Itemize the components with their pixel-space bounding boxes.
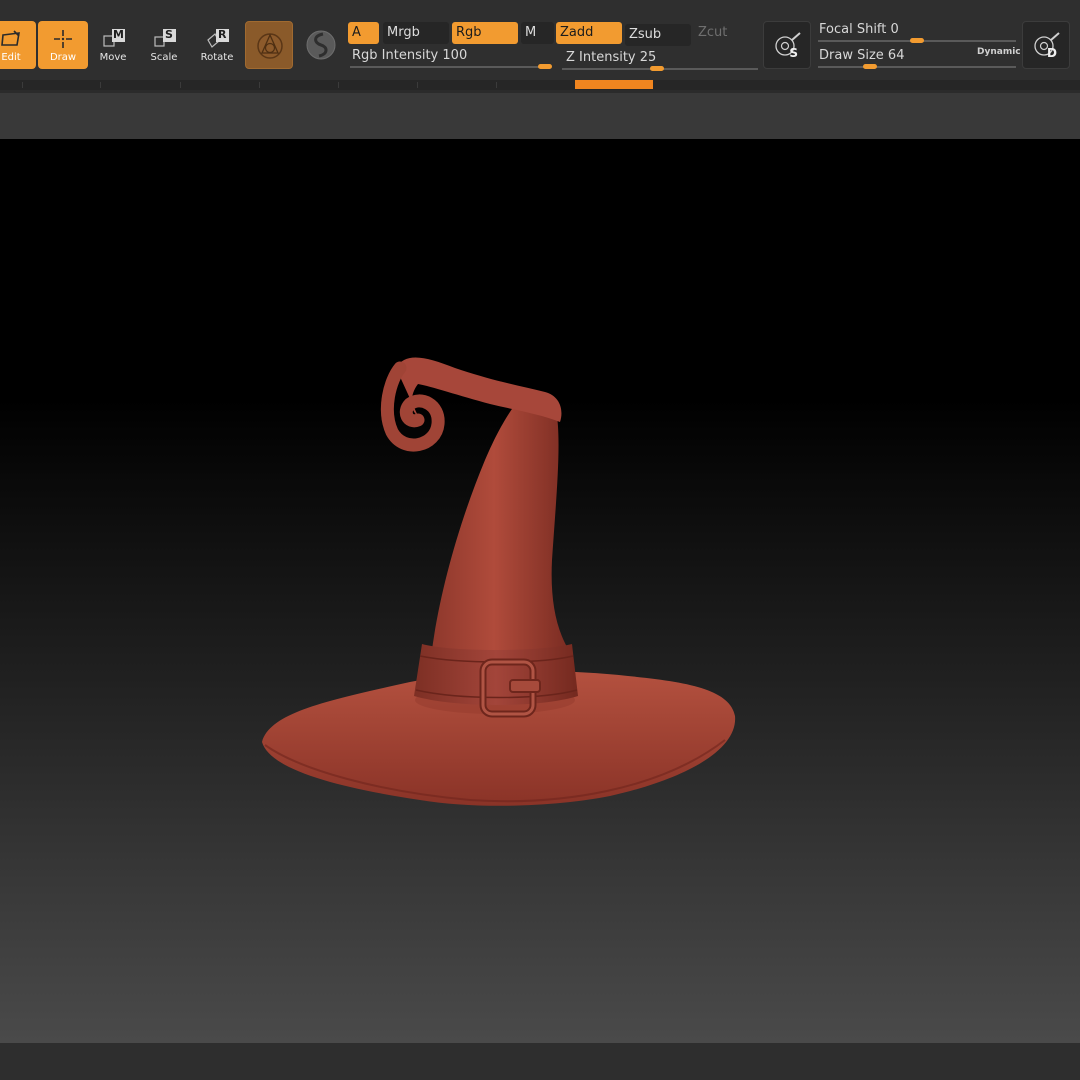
move-icon: M: [102, 28, 125, 50]
shelf-divider: [496, 82, 497, 88]
stroke-button[interactable]: [298, 21, 346, 69]
zbrush-window: Edit Draw M Move S Scale R Rotate A Mrgb…: [0, 0, 1080, 1080]
hat-band: [414, 644, 578, 705]
z-intensity-knob[interactable]: [650, 66, 664, 71]
dynamic-toggle[interactable]: Dynamic: [977, 47, 1021, 57]
scale-label: Scale: [150, 52, 178, 63]
draw-label: Draw: [49, 52, 77, 63]
move-button[interactable]: M Move: [88, 21, 138, 69]
rotate-icon: R: [206, 28, 229, 50]
zcut-toggle[interactable]: Zcut: [694, 22, 754, 44]
s-brush-letter: S: [789, 46, 798, 60]
shelf-divider: [338, 82, 339, 88]
shelf-under-bar: [0, 93, 1080, 139]
hat-tip: [396, 357, 562, 422]
draw-size-track[interactable]: [818, 66, 1016, 68]
rotate-button[interactable]: R Rotate: [192, 21, 242, 69]
bottom-tray: [0, 1043, 1080, 1080]
focal-shift-value: 0: [890, 22, 899, 37]
active-tab-indicator[interactable]: [575, 80, 653, 89]
shelf-divider: [22, 82, 23, 88]
draw-crosshair-icon: [52, 28, 74, 50]
d-brush-button[interactable]: D: [1022, 21, 1070, 69]
move-label: Move: [99, 52, 127, 63]
shelf-divider: [259, 82, 260, 88]
shelf-divider: [180, 82, 181, 88]
stroke-sphere-icon: [306, 30, 336, 60]
rgb-toggle[interactable]: Rgb: [452, 22, 518, 44]
focal-shift-knob[interactable]: [910, 38, 924, 43]
rotate-label: Rotate: [200, 52, 234, 63]
zsub-toggle[interactable]: Zsub: [625, 24, 691, 46]
draw-size-knob[interactable]: [863, 64, 877, 69]
material-sphere-icon: [257, 33, 283, 59]
shelf-divider: [100, 82, 101, 88]
move-key: M: [113, 28, 124, 41]
rgb-intensity-value: 100: [442, 48, 468, 63]
canvas-viewport[interactable]: [0, 139, 1080, 1043]
material-button[interactable]: [245, 21, 293, 69]
s-brush-button[interactable]: S: [763, 21, 811, 69]
m-toggle[interactable]: M: [521, 22, 554, 44]
z-intensity-value: 25: [639, 50, 657, 65]
scale-key: S: [165, 28, 173, 41]
top-shelf: Edit Draw M Move S Scale R Rotate A Mrgb…: [0, 0, 1080, 80]
rgb-intensity-track[interactable]: [350, 66, 550, 68]
witch-hat-model[interactable]: [0, 139, 1080, 1043]
mrgb-toggle[interactable]: Mrgb: [383, 22, 449, 44]
rgb-intensity-knob[interactable]: [538, 64, 552, 69]
edit-icon: [0, 28, 22, 50]
z-intensity-label: Z Intensity: [566, 50, 636, 65]
draw-size-label: Draw Size: [819, 48, 884, 63]
focal-shift-label: Focal Shift: [819, 22, 887, 37]
edit-label: Edit: [1, 52, 21, 63]
edit-button[interactable]: Edit: [0, 21, 36, 69]
scale-button[interactable]: S Scale: [139, 21, 189, 69]
draw-button[interactable]: Draw: [38, 21, 88, 69]
hat-cone: [432, 400, 570, 652]
scale-icon: S: [153, 28, 176, 50]
rgb-intensity-label: Rgb Intensity: [352, 48, 439, 63]
a-toggle[interactable]: A: [348, 22, 379, 44]
shelf-divider: [417, 82, 418, 88]
d-brush-letter: D: [1047, 46, 1057, 60]
zadd-toggle[interactable]: Zadd: [556, 22, 622, 44]
brush-target-icon: [775, 32, 801, 56]
rotate-key: R: [218, 28, 227, 41]
shelf-separator: [0, 80, 1080, 90]
draw-size-value: 64: [887, 48, 905, 63]
